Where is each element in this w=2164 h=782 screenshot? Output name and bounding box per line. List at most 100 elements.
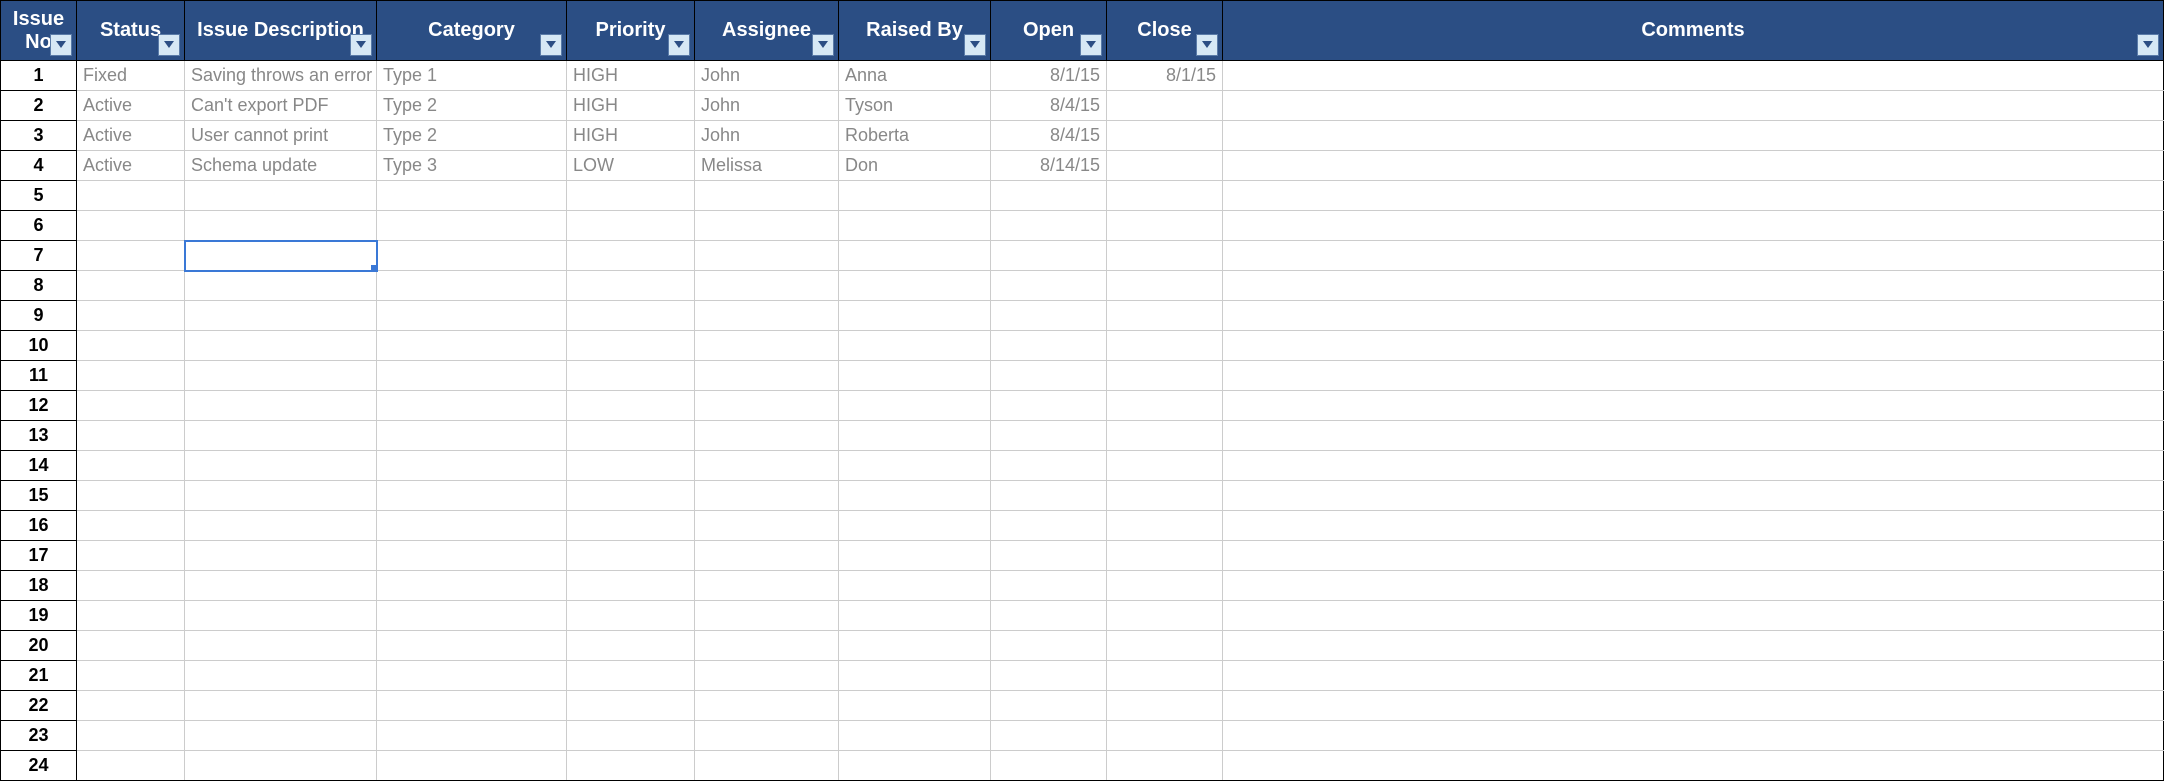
cell-issue_no[interactable]: 22: [1, 691, 77, 721]
cell-comments[interactable]: [1223, 721, 2164, 751]
filter-dropdown-raised_by[interactable]: [964, 34, 986, 56]
cell-close[interactable]: [1107, 571, 1223, 601]
cell-raised_by[interactable]: [839, 391, 991, 421]
cell-comments[interactable]: [1223, 301, 2164, 331]
cell-description[interactable]: [185, 481, 377, 511]
cell-category[interactable]: [377, 511, 567, 541]
cell-issue_no[interactable]: 4: [1, 151, 77, 181]
cell-close[interactable]: [1107, 691, 1223, 721]
cell-priority[interactable]: [567, 331, 695, 361]
cell-raised_by[interactable]: [839, 361, 991, 391]
cell-comments[interactable]: [1223, 91, 2164, 121]
cell-description[interactable]: [185, 691, 377, 721]
cell-priority[interactable]: [567, 451, 695, 481]
cell-comments[interactable]: [1223, 61, 2164, 91]
cell-assignee[interactable]: [695, 541, 839, 571]
col-header-description[interactable]: Issue Description: [185, 1, 377, 61]
cell-open[interactable]: [991, 331, 1107, 361]
filter-dropdown-assignee[interactable]: [812, 34, 834, 56]
cell-description[interactable]: [185, 271, 377, 301]
cell-open[interactable]: [991, 721, 1107, 751]
cell-status[interactable]: [77, 541, 185, 571]
cell-open[interactable]: [991, 421, 1107, 451]
cell-category[interactable]: [377, 181, 567, 211]
cell-category[interactable]: Type 2: [377, 121, 567, 151]
cell-close[interactable]: [1107, 331, 1223, 361]
cell-open[interactable]: [991, 271, 1107, 301]
cell-raised_by[interactable]: [839, 481, 991, 511]
cell-assignee[interactable]: John: [695, 91, 839, 121]
cell-open[interactable]: [991, 241, 1107, 271]
cell-assignee[interactable]: [695, 301, 839, 331]
cell-assignee[interactable]: [695, 331, 839, 361]
cell-close[interactable]: [1107, 181, 1223, 211]
cell-status[interactable]: [77, 301, 185, 331]
cell-close[interactable]: [1107, 421, 1223, 451]
cell-description[interactable]: [185, 421, 377, 451]
cell-open[interactable]: [991, 481, 1107, 511]
filter-dropdown-status[interactable]: [158, 34, 180, 56]
cell-open[interactable]: [991, 391, 1107, 421]
cell-status[interactable]: [77, 721, 185, 751]
cell-description[interactable]: [185, 601, 377, 631]
cell-close[interactable]: [1107, 451, 1223, 481]
cell-assignee[interactable]: [695, 391, 839, 421]
cell-status[interactable]: Active: [77, 121, 185, 151]
cell-issue_no[interactable]: 13: [1, 421, 77, 451]
cell-comments[interactable]: [1223, 571, 2164, 601]
cell-close[interactable]: [1107, 301, 1223, 331]
cell-close[interactable]: [1107, 361, 1223, 391]
col-header-close[interactable]: Close: [1107, 1, 1223, 61]
cell-description[interactable]: User cannot print: [185, 121, 377, 151]
cell-open[interactable]: [991, 511, 1107, 541]
cell-close[interactable]: [1107, 271, 1223, 301]
cell-assignee[interactable]: [695, 211, 839, 241]
cell-raised_by[interactable]: [839, 601, 991, 631]
cell-description[interactable]: [185, 331, 377, 361]
cell-raised_by[interactable]: [839, 421, 991, 451]
cell-raised_by[interactable]: Anna: [839, 61, 991, 91]
cell-status[interactable]: [77, 661, 185, 691]
cell-assignee[interactable]: [695, 361, 839, 391]
cell-description[interactable]: [185, 391, 377, 421]
cell-issue_no[interactable]: 5: [1, 181, 77, 211]
cell-close[interactable]: [1107, 211, 1223, 241]
cell-comments[interactable]: [1223, 151, 2164, 181]
cell-assignee[interactable]: [695, 721, 839, 751]
cell-comments[interactable]: [1223, 331, 2164, 361]
cell-category[interactable]: [377, 421, 567, 451]
cell-priority[interactable]: [567, 511, 695, 541]
cell-assignee[interactable]: [695, 241, 839, 271]
cell-open[interactable]: [991, 451, 1107, 481]
cell-category[interactable]: Type 1: [377, 61, 567, 91]
cell-comments[interactable]: [1223, 511, 2164, 541]
cell-open[interactable]: 8/4/15: [991, 91, 1107, 121]
cell-issue_no[interactable]: 19: [1, 601, 77, 631]
cell-category[interactable]: [377, 451, 567, 481]
cell-status[interactable]: [77, 601, 185, 631]
cell-category[interactable]: [377, 361, 567, 391]
cell-open[interactable]: [991, 601, 1107, 631]
cell-priority[interactable]: [567, 421, 695, 451]
cell-category[interactable]: [377, 331, 567, 361]
cell-comments[interactable]: [1223, 181, 2164, 211]
cell-category[interactable]: Type 2: [377, 91, 567, 121]
col-header-priority[interactable]: Priority: [567, 1, 695, 61]
cell-open[interactable]: [991, 661, 1107, 691]
cell-status[interactable]: [77, 331, 185, 361]
cell-assignee[interactable]: [695, 511, 839, 541]
cell-description[interactable]: [185, 751, 377, 781]
cell-raised_by[interactable]: [839, 211, 991, 241]
cell-comments[interactable]: [1223, 691, 2164, 721]
cell-description[interactable]: [185, 301, 377, 331]
cell-assignee[interactable]: [695, 571, 839, 601]
cell-issue_no[interactable]: 9: [1, 301, 77, 331]
cell-category[interactable]: [377, 661, 567, 691]
cell-assignee[interactable]: [695, 421, 839, 451]
cell-priority[interactable]: HIGH: [567, 61, 695, 91]
cell-close[interactable]: [1107, 511, 1223, 541]
cell-priority[interactable]: [567, 391, 695, 421]
cell-comments[interactable]: [1223, 271, 2164, 301]
cell-category[interactable]: [377, 751, 567, 781]
cell-comments[interactable]: [1223, 361, 2164, 391]
